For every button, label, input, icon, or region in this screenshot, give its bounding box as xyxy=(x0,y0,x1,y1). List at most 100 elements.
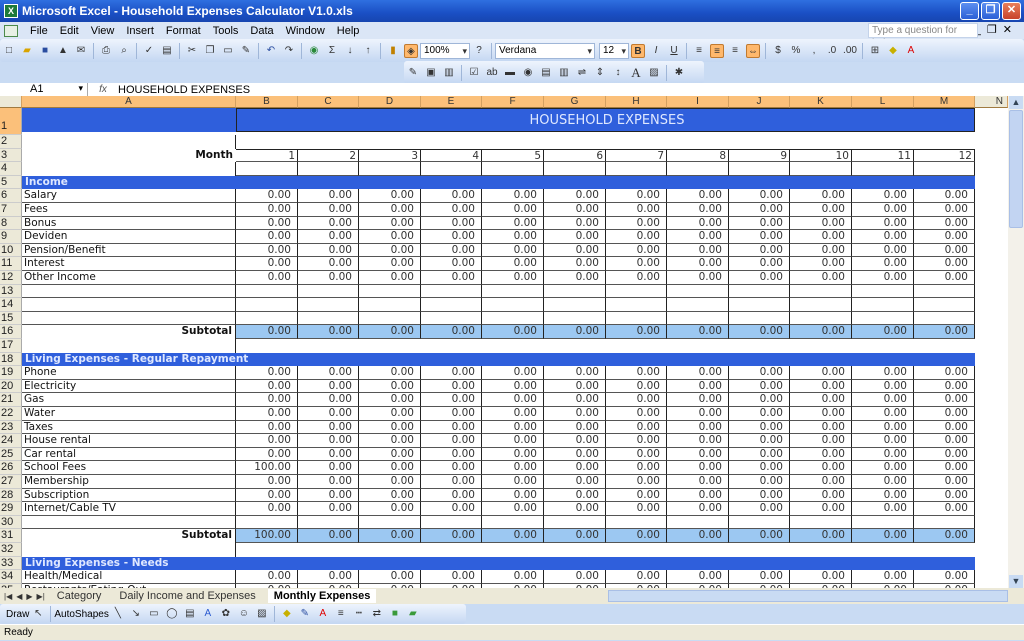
value-cell[interactable]: 0.00 xyxy=(544,407,606,421)
row-header-29[interactable]: 29 xyxy=(0,502,22,516)
value-cell[interactable]: 0.00 xyxy=(852,570,914,584)
empty-cell[interactable] xyxy=(667,516,729,529)
month-cell[interactable]: 10 xyxy=(790,149,852,162)
value-cell[interactable]: 0.00 xyxy=(298,407,359,421)
row-header-15[interactable]: 15 xyxy=(0,312,22,325)
row-header-22[interactable]: 22 xyxy=(0,407,22,421)
column-header-k[interactable]: K xyxy=(790,96,852,108)
row-header-16[interactable]: 16 xyxy=(0,325,22,339)
value-cell[interactable]: 0.00 xyxy=(482,434,544,448)
percent-icon[interactable]: % xyxy=(789,44,803,58)
select-objects-icon[interactable]: ↖ xyxy=(31,607,45,621)
row-header-12[interactable]: 12 xyxy=(0,271,22,285)
empty-label-cell[interactable] xyxy=(22,162,236,176)
menu-insert[interactable]: Insert xyxy=(126,25,154,37)
empty-cell[interactable] xyxy=(914,516,975,529)
value-cell[interactable]: 0.00 xyxy=(729,407,790,421)
value-cell[interactable]: 0.00 xyxy=(544,380,606,393)
empty-cell[interactable] xyxy=(729,162,790,176)
currency-icon[interactable]: $ xyxy=(771,44,785,58)
diagram-icon[interactable]: ✿ xyxy=(219,607,233,621)
row-label[interactable]: Subscription xyxy=(22,489,236,502)
value-cell[interactable]: 0.00 xyxy=(421,434,482,448)
column-header-d[interactable]: D xyxy=(359,96,421,108)
value-cell[interactable]: 0.00 xyxy=(729,257,790,271)
value-cell[interactable]: 0.00 xyxy=(544,366,606,380)
value-cell[interactable]: 0.00 xyxy=(790,203,852,217)
help-search-input[interactable]: Type a question for help xyxy=(868,23,978,49)
select-all-corner[interactable] xyxy=(0,96,22,108)
value-cell[interactable]: 0.00 xyxy=(790,380,852,393)
empty-cell[interactable] xyxy=(544,162,606,176)
cut-icon[interactable]: ✂ xyxy=(185,44,199,58)
last-sheet-icon[interactable]: ▶| xyxy=(37,592,45,601)
value-cell[interactable]: 0.00 xyxy=(236,230,298,244)
empty-cell[interactable] xyxy=(606,312,667,325)
value-cell[interactable]: 0.00 xyxy=(421,393,482,407)
value-cell[interactable]: 0.00 xyxy=(790,461,852,475)
value-cell[interactable]: 0.00 xyxy=(729,393,790,407)
bold-button[interactable]: B xyxy=(631,43,645,58)
value-cell[interactable]: 0.00 xyxy=(236,434,298,448)
empty-cell[interactable] xyxy=(298,298,359,312)
value-cell[interactable]: 0.00 xyxy=(729,203,790,217)
autoshapes-menu-button[interactable]: AutoShapes xyxy=(54,609,109,620)
empty-cell[interactable] xyxy=(421,162,482,176)
row-label[interactable]: Interest xyxy=(22,257,236,271)
email-icon[interactable]: ✉ xyxy=(74,44,88,58)
value-cell[interactable]: 0.00 xyxy=(606,421,667,434)
workbook-icon[interactable] xyxy=(4,24,18,37)
value-cell[interactable]: 0.00 xyxy=(914,407,975,421)
row-header-5[interactable]: 5 xyxy=(0,176,22,189)
empty-cell[interactable] xyxy=(482,516,544,529)
value-cell[interactable]: 0.00 xyxy=(790,257,852,271)
empty-cell[interactable] xyxy=(359,298,421,312)
wordart-icon[interactable]: A xyxy=(201,607,215,621)
value-cell[interactable]: 0.00 xyxy=(729,366,790,380)
value-cell[interactable]: 0.00 xyxy=(482,366,544,380)
value-cell[interactable]: 0.00 xyxy=(421,502,482,516)
month-cell[interactable]: 11 xyxy=(852,149,914,162)
empty-cell[interactable] xyxy=(236,516,298,529)
value-cell[interactable]: 0.00 xyxy=(914,393,975,407)
value-cell[interactable]: 0.00 xyxy=(914,366,975,380)
value-cell[interactable]: 0.00 xyxy=(606,475,667,489)
empty-cell[interactable] xyxy=(852,516,914,529)
value-cell[interactable]: 0.00 xyxy=(421,421,482,434)
value-cell[interactable]: 0.00 xyxy=(236,393,298,407)
sheet-title[interactable]: HOUSEHOLD EXPENSES xyxy=(236,108,975,132)
value-cell[interactable]: 0.00 xyxy=(914,271,975,285)
subtotal-cell[interactable]: 0.00 xyxy=(790,529,852,543)
decrease-decimal-icon[interactable]: .00 xyxy=(843,44,857,58)
increase-decimal-icon[interactable]: .0 xyxy=(825,44,839,58)
value-cell[interactable]: 0.00 xyxy=(482,230,544,244)
value-cell[interactable]: 0.00 xyxy=(482,421,544,434)
value-cell[interactable]: 0.00 xyxy=(606,570,667,584)
close-button[interactable]: ✕ xyxy=(1002,2,1021,20)
value-cell[interactable]: 0.00 xyxy=(667,502,729,516)
column-header-l[interactable]: L xyxy=(852,96,914,108)
value-cell[interactable]: 0.00 xyxy=(236,189,298,203)
value-cell[interactable]: 0.00 xyxy=(298,230,359,244)
label-control-icon[interactable]: A xyxy=(629,65,643,80)
value-cell[interactable]: 0.00 xyxy=(298,489,359,502)
value-cell[interactable]: 0.00 xyxy=(421,189,482,203)
value-cell[interactable]: 0.00 xyxy=(421,203,482,217)
value-cell[interactable]: 0.00 xyxy=(606,366,667,380)
column-header-f[interactable]: F xyxy=(482,96,544,108)
blank-row[interactable] xyxy=(22,543,236,557)
underline-button[interactable]: U xyxy=(667,44,681,58)
value-cell[interactable]: 0.00 xyxy=(667,570,729,584)
empty-cell[interactable] xyxy=(236,312,298,325)
value-cell[interactable]: 0.00 xyxy=(359,502,421,516)
value-cell[interactable]: 0.00 xyxy=(667,244,729,257)
value-cell[interactable]: 0.00 xyxy=(852,217,914,230)
empty-cell[interactable] xyxy=(236,162,298,176)
empty-cell[interactable] xyxy=(482,285,544,298)
row-header-2[interactable]: 2 xyxy=(0,135,22,149)
subtotal-cell[interactable]: 0.00 xyxy=(667,325,729,339)
row-header-30[interactable]: 30 xyxy=(0,516,22,529)
row-header-8[interactable]: 8 xyxy=(0,217,22,230)
prev-sheet-icon[interactable]: ◀ xyxy=(16,592,22,601)
column-header-j[interactable]: J xyxy=(729,96,790,108)
